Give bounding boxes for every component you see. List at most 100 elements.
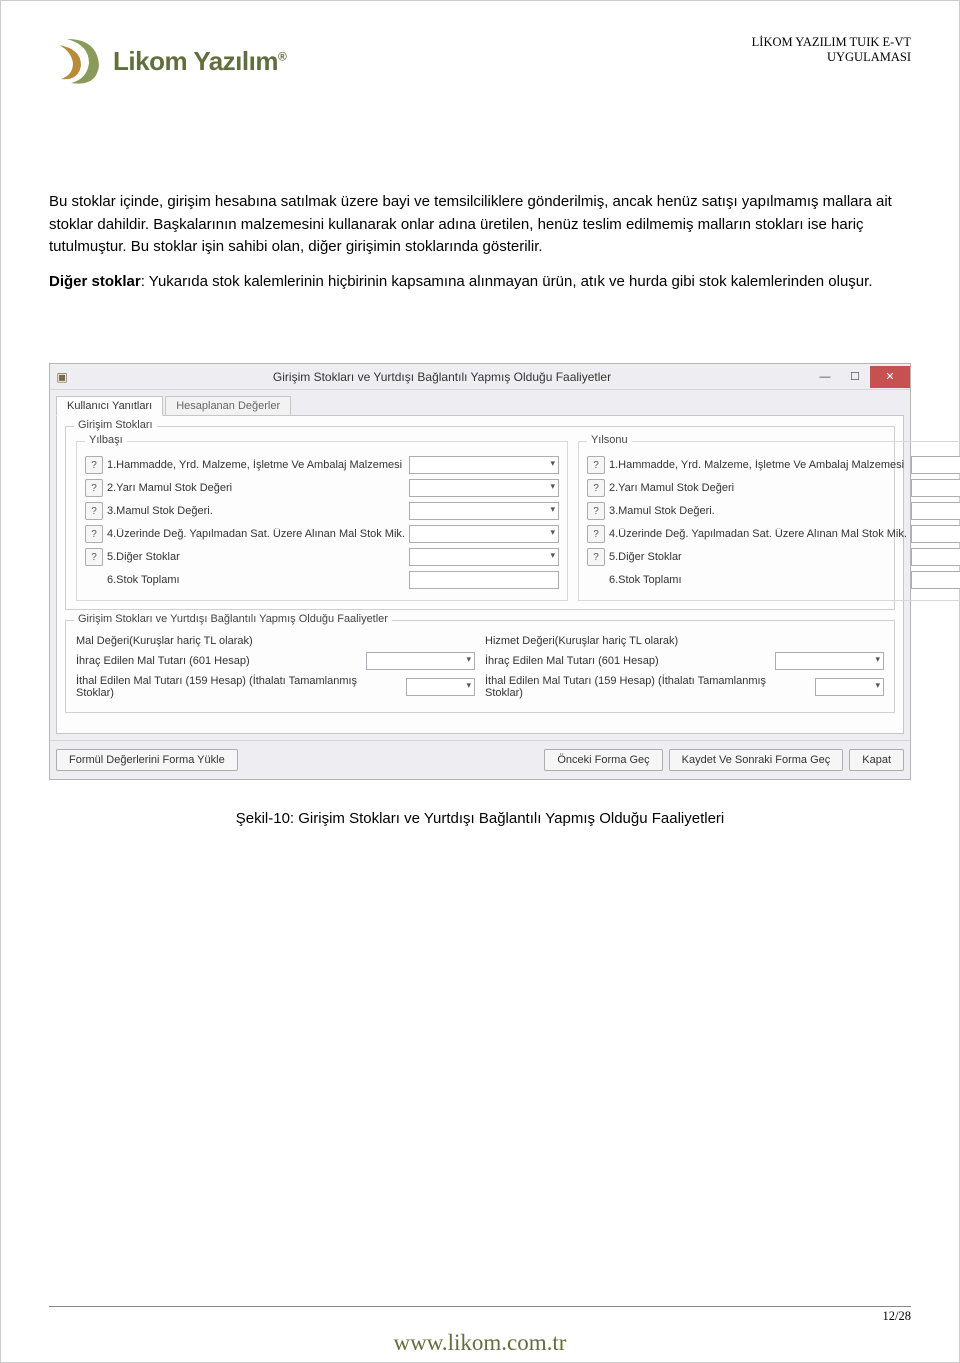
figure-caption: Şekil-10: Girişim Stokları ve Yurtdışı B… — [49, 810, 911, 827]
p2-bold: Diğer stoklar — [49, 273, 141, 290]
help-icon[interactable]: ? — [85, 479, 103, 497]
yilsonu-total-input[interactable] — [911, 571, 960, 589]
likom-logo-icon — [49, 31, 109, 91]
page-number: 12/28 — [883, 1309, 911, 1323]
yilbasi-combo-2[interactable] — [409, 479, 559, 497]
g2-right-label-1: Hizmet Değeri(Kuruşlar hariç TL olarak) — [485, 635, 765, 647]
yilsonu-combo-4[interactable] — [911, 525, 960, 543]
body-text: Bu stoklar içinde, girişim hesabına satı… — [49, 191, 911, 293]
url-footer: www.likom.com.tr — [1, 1330, 959, 1356]
logo: Likom Yazılım® — [49, 31, 286, 91]
yilbasi-label-6: 6.Stok Toplamı — [85, 574, 405, 586]
g2-left-label-2: İhraç Edilen Mal Tutarı (601 Hesap) — [76, 655, 356, 667]
yilbasi-label-1: 1.Hammadde, Yrd. Malzeme, İşletme Ve Amb… — [107, 459, 405, 471]
help-icon[interactable]: ? — [587, 525, 605, 543]
g2-left-label-3: İthal Edilen Mal Tutarı (159 Hesap) (İth… — [76, 675, 396, 699]
tab-body: Girişim Stokları Yılbaşı ? 1.Hammadde, Y… — [56, 415, 904, 734]
group2-title: Girişim Stokları ve Yurtdışı Bağlantılı … — [74, 613, 392, 625]
group-yurtdisi-faaliyetler: Girişim Stokları ve Yurtdışı Bağlantılı … — [65, 620, 895, 713]
yilbasi-label-2: 2.Yarı Mamul Stok Değeri — [107, 482, 405, 494]
g2-right-combo-3[interactable] — [815, 678, 884, 696]
yilsonu-row-5: ? 5.Diğer Stoklar — [587, 548, 960, 566]
yilbasi-row-5: ? 5.Diğer Stoklar — [85, 548, 559, 566]
tab-hesaplanan-degerler[interactable]: Hesaplanan Değerler — [165, 396, 291, 416]
sub-left-title: Yılbaşı — [85, 434, 127, 446]
header-line-2: UYGULAMASI — [752, 50, 911, 65]
save-next-button[interactable]: Kaydet Ve Sonraki Forma Geç — [669, 749, 844, 771]
help-icon[interactable]: ? — [587, 502, 605, 520]
yilsonu-label-2: 2.Yarı Mamul Stok Değeri — [609, 482, 907, 494]
yilsonu-row-1: ? 1.Hammadde, Yrd. Malzeme, İşletme Ve A… — [587, 456, 960, 474]
yilsonu-combo-2[interactable] — [911, 479, 960, 497]
yilbasi-combo-5[interactable] — [409, 548, 559, 566]
yilbasi-label-4: 4.Üzerinde Değ. Yapılmadan Sat. Üzere Al… — [107, 528, 405, 540]
help-icon[interactable]: ? — [85, 456, 103, 474]
maximize-button[interactable]: ☐ — [840, 366, 870, 388]
yilsonu-row-4: ? 4.Üzerinde Değ. Yapılmadan Sat. Üzere … — [587, 525, 960, 543]
yilsonu-combo-1[interactable] — [911, 456, 960, 474]
minimize-button[interactable]: — — [810, 366, 840, 388]
subgroup-yilbasi: Yılbaşı ? 1.Hammadde, Yrd. Malzeme, İşle… — [76, 441, 568, 601]
g2-left-row-3: İthal Edilen Mal Tutarı (159 Hesap) (İth… — [76, 675, 475, 699]
g2-left-label-1: Mal Değeri(Kuruşlar hariç TL olarak) — [76, 635, 356, 647]
sub-right-title: Yılsonu — [587, 434, 632, 446]
close-form-button[interactable]: Kapat — [849, 749, 904, 771]
help-icon[interactable]: ? — [587, 548, 605, 566]
prev-form-button[interactable]: Önceki Forma Geç — [544, 749, 662, 771]
g2-right-row-3: İthal Edilen Mal Tutarı (159 Hesap) (İth… — [485, 675, 884, 699]
yilbasi-row-1: ? 1.Hammadde, Yrd. Malzeme, İşletme Ve A… — [85, 456, 559, 474]
paragraph-1: Bu stoklar içinde, girişim hesabına satı… — [49, 191, 911, 259]
help-icon[interactable]: ? — [85, 502, 103, 520]
yilsonu-label-6: 6.Stok Toplamı — [587, 574, 907, 586]
yilbasi-row-2: ? 2.Yarı Mamul Stok Değeri — [85, 479, 559, 497]
yilsonu-label-4: 4.Üzerinde Değ. Yapılmadan Sat. Üzere Al… — [609, 528, 907, 540]
yilbasi-row-4: ? 4.Üzerinde Değ. Yapılmadan Sat. Üzere … — [85, 525, 559, 543]
close-button[interactable]: ✕ — [870, 366, 910, 388]
yilbasi-total-input[interactable] — [409, 571, 559, 589]
yilsonu-combo-3[interactable] — [911, 502, 960, 520]
yilbasi-combo-3[interactable] — [409, 502, 559, 520]
g2-left-row-1: Mal Değeri(Kuruşlar hariç TL olarak) — [76, 635, 475, 647]
yilsonu-row-6: 6.Stok Toplamı — [587, 571, 960, 589]
yilbasi-combo-4[interactable] — [409, 525, 559, 543]
window-controls: — ☐ ✕ — [810, 366, 910, 388]
app-icon: ▣ — [50, 370, 74, 384]
yilsonu-combo-5[interactable] — [911, 548, 960, 566]
logo-text: Likom Yazılım® — [113, 46, 286, 77]
yilbasi-combo-1[interactable] — [409, 456, 559, 474]
yilbasi-row-3: ? 3.Mamul Stok Değeri. — [85, 502, 559, 520]
g2-left-combo-2[interactable] — [366, 652, 475, 670]
g2-right-row-1: Hizmet Değeri(Kuruşlar hariç TL olarak) — [485, 635, 884, 647]
group1-title: Girişim Stokları — [74, 419, 157, 431]
yilsonu-label-1: 1.Hammadde, Yrd. Malzeme, İşletme Ve Amb… — [609, 459, 907, 471]
yilbasi-label-5: 5.Diğer Stoklar — [107, 551, 405, 563]
yilsonu-label-3: 3.Mamul Stok Değeri. — [609, 505, 907, 517]
yilsonu-label-5: 5.Diğer Stoklar — [609, 551, 907, 563]
help-icon[interactable]: ? — [85, 525, 103, 543]
yilsonu-row-2: ? 2.Yarı Mamul Stok Değeri — [587, 479, 960, 497]
g2-right-label-3: İthal Edilen Mal Tutarı (159 Hesap) (İth… — [485, 675, 805, 699]
g2-left-row-2: İhraç Edilen Mal Tutarı (601 Hesap) — [76, 652, 475, 670]
group-girisim-stoklari: Girişim Stokları Yılbaşı ? 1.Hammadde, Y… — [65, 426, 895, 610]
load-formula-button[interactable]: Formül Değerlerini Forma Yükle — [56, 749, 238, 771]
header: Likom Yazılım® LİKOM YAZILIM TUIK E-VT U… — [49, 31, 911, 91]
yilsonu-row-3: ? 3.Mamul Stok Değeri. — [587, 502, 960, 520]
page-footer: 12/28 — [49, 1306, 911, 1324]
g2-right-combo-2[interactable] — [775, 652, 884, 670]
tab-strip: Kullanıcı Yanıtları Hesaplanan Değerler — [50, 390, 910, 415]
tab-kullanici-yanitlari[interactable]: Kullanıcı Yanıtları — [56, 396, 163, 416]
app-window: ▣ Girişim Stokları ve Yurtdışı Bağlantıl… — [49, 363, 911, 780]
title-bar: ▣ Girişim Stokları ve Yurtdışı Bağlantıl… — [50, 364, 910, 390]
g2-right-row-2: İhraç Edilen Mal Tutarı (601 Hesap) — [485, 652, 884, 670]
paragraph-2: Diğer stoklar: Yukarıda stok kalemlerini… — [49, 271, 911, 294]
window-title: Girişim Stokları ve Yurtdışı Bağlantılı … — [74, 370, 810, 384]
header-right: LİKOM YAZILIM TUIK E-VT UYGULAMASI — [752, 31, 911, 65]
help-icon[interactable]: ? — [85, 548, 103, 566]
p2-rest: : Yukarıda stok kalemlerinin hiçbirinin … — [141, 273, 873, 290]
g2-left-combo-3[interactable] — [406, 678, 475, 696]
subgroup-yilsonu: Yılsonu ? 1.Hammadde, Yrd. Malzeme, İşle… — [578, 441, 960, 601]
help-icon[interactable]: ? — [587, 479, 605, 497]
header-line-1: LİKOM YAZILIM TUIK E-VT — [752, 35, 911, 50]
help-icon[interactable]: ? — [587, 456, 605, 474]
yilbasi-label-3: 3.Mamul Stok Değeri. — [107, 505, 405, 517]
